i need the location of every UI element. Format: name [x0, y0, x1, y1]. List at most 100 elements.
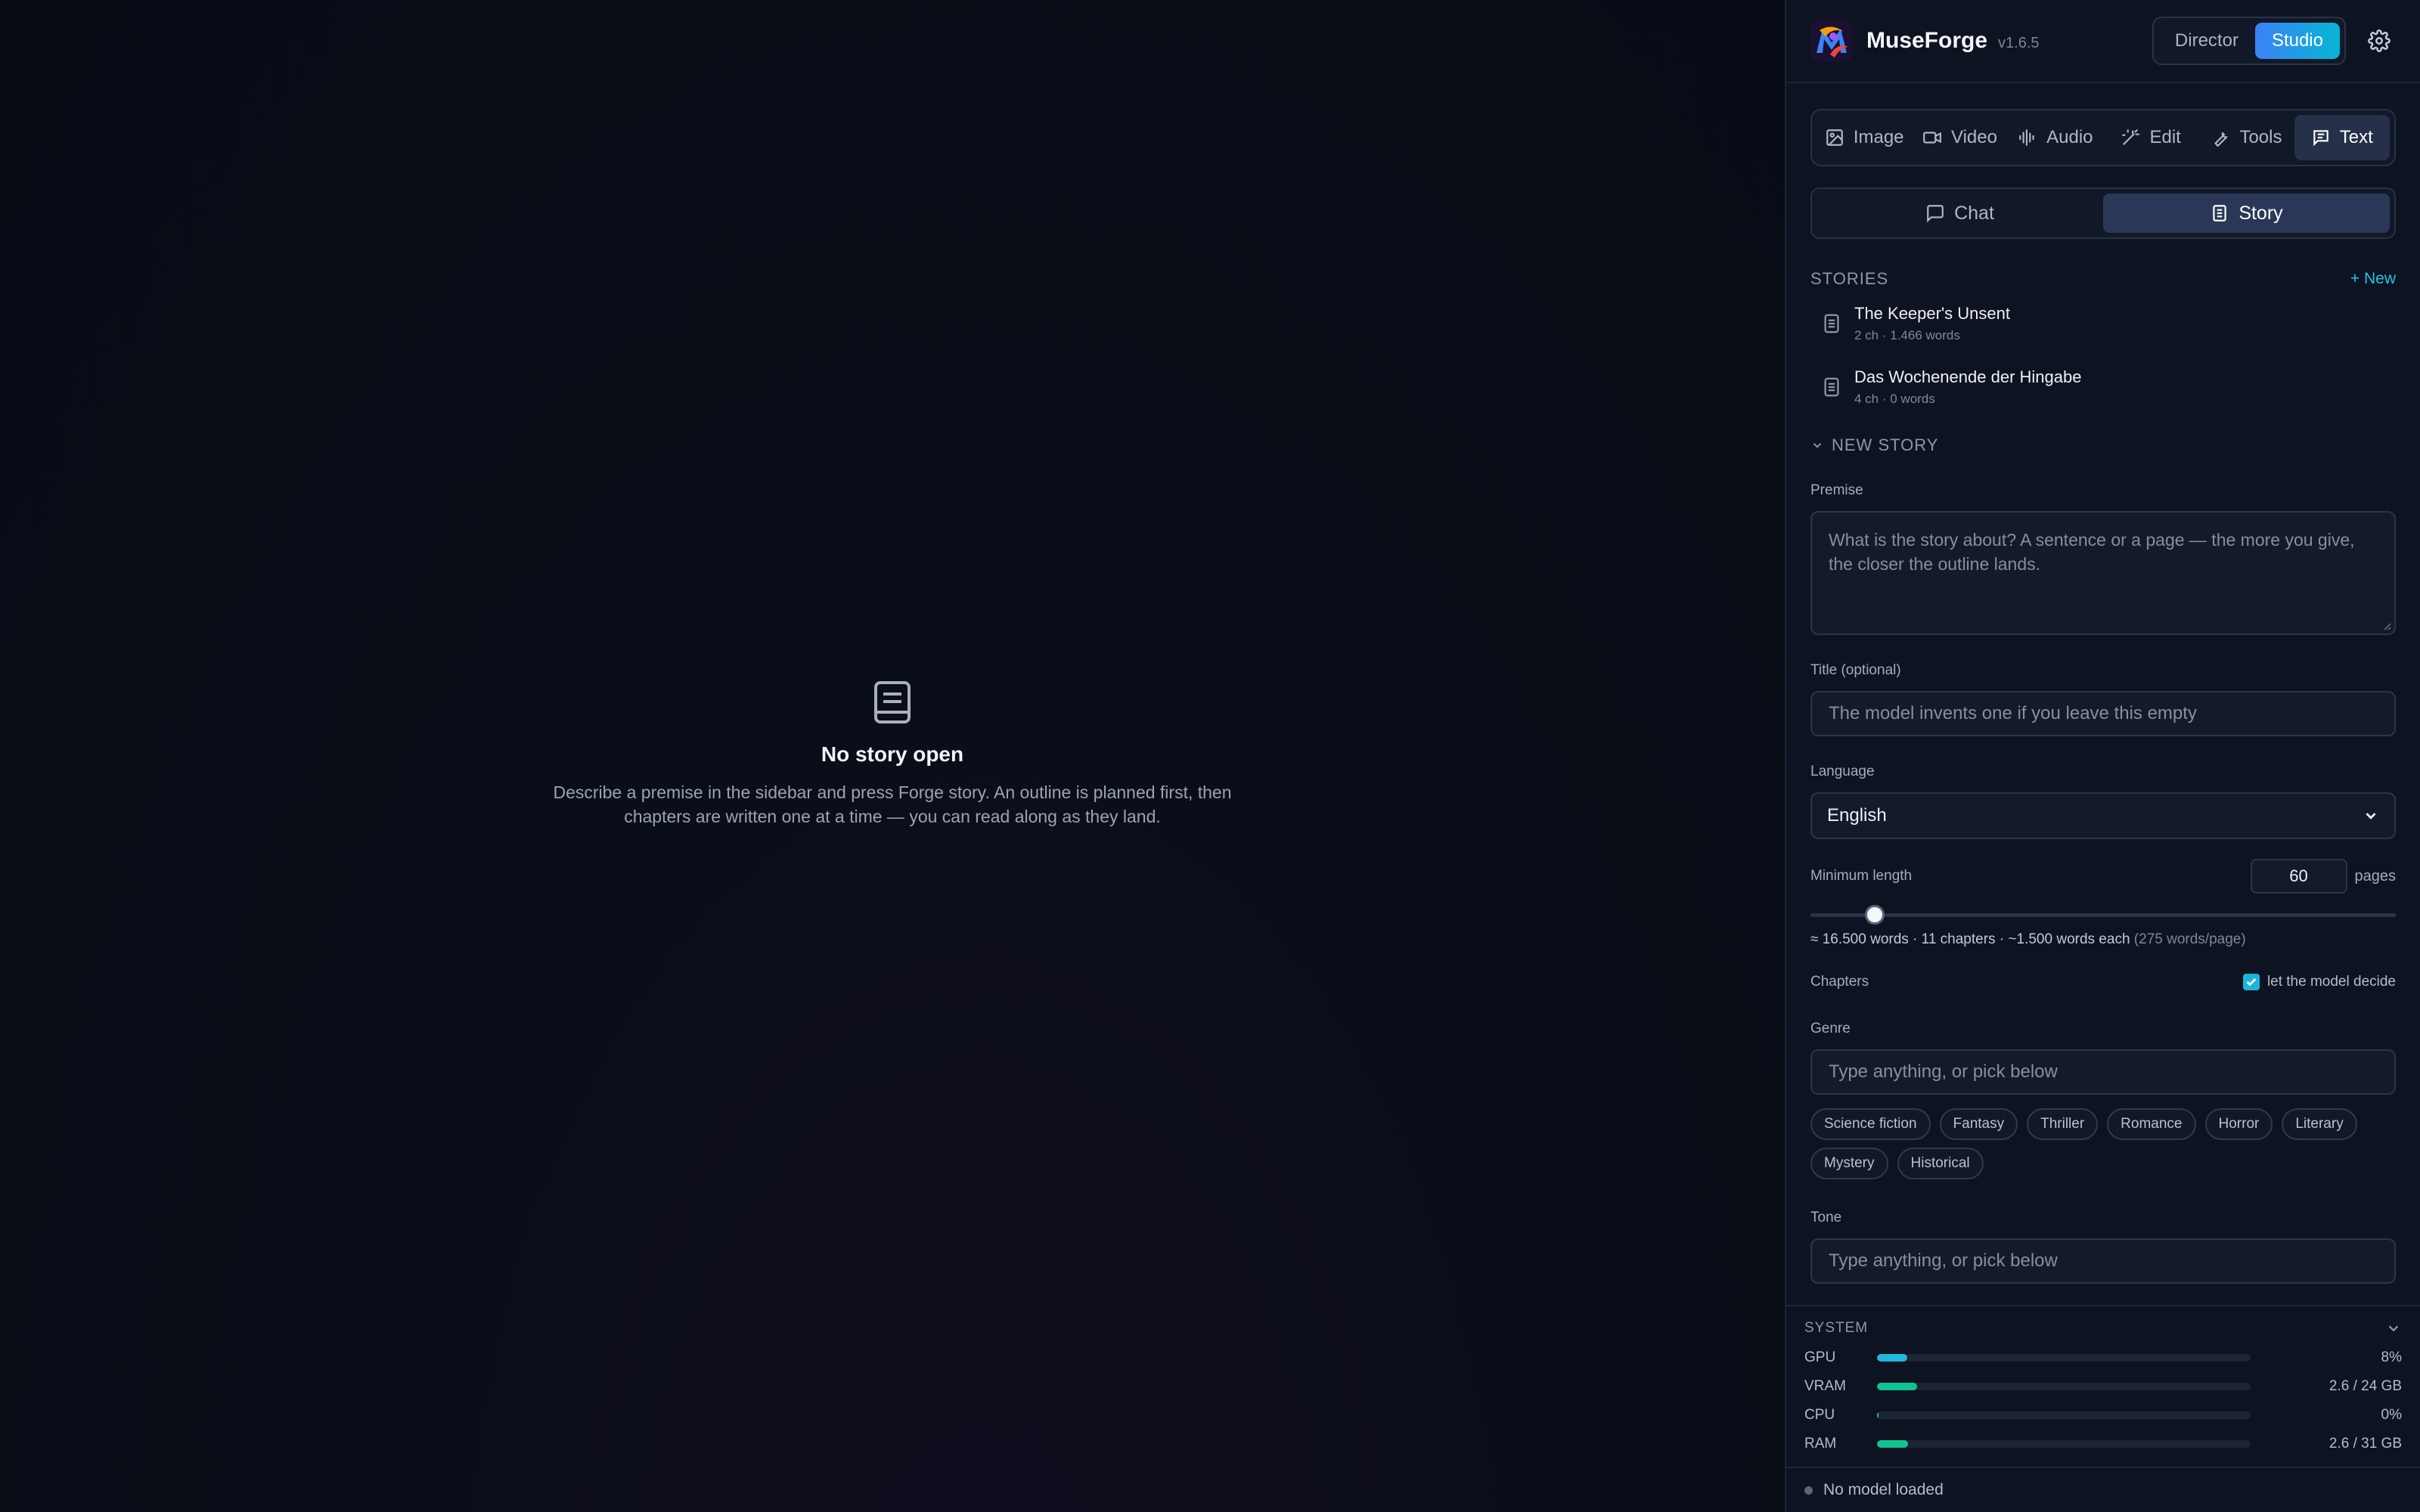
genre-chip[interactable]: Fantasy [1939, 1108, 2018, 1140]
tab-audio[interactable]: Audio [2008, 115, 2103, 160]
chevron-down-icon [1813, 443, 1822, 448]
min-length-label: Minimum length [1810, 868, 1913, 884]
tab-image-label: Image [1853, 127, 1904, 147]
tab-tools[interactable]: Tools [2198, 115, 2294, 160]
wrench-icon [2214, 132, 2228, 147]
metric-vram: VRAM 2.6 / 24 GB [1804, 1378, 2402, 1394]
genre-chip[interactable]: Thriller [2027, 1108, 2099, 1140]
settings-button[interactable] [2363, 24, 2396, 57]
sidebar-header: MuseForge v1.6.5 Director Studio [1786, 0, 2420, 83]
tab-image[interactable]: Image [1817, 115, 1912, 160]
language-value: English [1827, 805, 1887, 826]
slider-track [1810, 913, 2396, 917]
metric-label: VRAM [1804, 1378, 1846, 1394]
model-status-text: No model loaded [1823, 1481, 1944, 1498]
genre-chip[interactable]: Historical [1897, 1148, 1984, 1179]
chapters-auto-checkbox[interactable] [2242, 974, 2260, 990]
app-logo [1810, 20, 1853, 62]
mode-switch: Director Studio [2152, 17, 2346, 65]
metric-label: CPU [1804, 1407, 1835, 1423]
genre-chip[interactable]: Literary [2282, 1108, 2357, 1140]
tab-chat-label: Chat [1954, 202, 1994, 224]
new-story-link[interactable]: + New [2350, 270, 2396, 288]
chapters-row: Chapters let the model decide [1810, 974, 2396, 990]
min-length-input[interactable]: 60 [2250, 859, 2347, 894]
tab-story[interactable]: Story [2103, 194, 2390, 233]
metric-value: 0% [2381, 1407, 2402, 1423]
document-icon [1824, 377, 1839, 397]
tab-video[interactable]: Video [1912, 115, 2007, 160]
genre-input[interactable]: Type anything, or pick below [1810, 1049, 2396, 1095]
title-placeholder: The model invents one if you leave this … [1829, 703, 2197, 723]
system-panel: SYSTEM GPU 8% VRAM 2.6 / 24 GB CPU 0% RA… [1786, 1305, 2420, 1467]
mode-director-button[interactable]: Director [2158, 23, 2255, 59]
tab-text-label: Text [2339, 127, 2373, 147]
stories-section-title: STORIES [1810, 269, 1889, 288]
slider-thumb[interactable] [1865, 905, 1885, 925]
tone-placeholder: Type anything, or pick below [1829, 1250, 2058, 1271]
book-icon [874, 681, 911, 723]
story-meta: 4 ch · 0 words [1854, 392, 1935, 406]
metric-ram: RAM 2.6 / 31 GB [1804, 1436, 2402, 1452]
chat-bubble-icon [1927, 205, 1944, 223]
model-status-bar: No model loaded [1786, 1467, 2420, 1512]
magic-wand-icon [2122, 129, 2140, 145]
metric-bar [1877, 1354, 2251, 1362]
metric-bar-fill [1877, 1440, 1909, 1448]
tone-input[interactable]: Type anything, or pick below [1810, 1238, 2396, 1284]
new-story-toggle[interactable]: NEW STORY [1810, 435, 2396, 455]
video-icon [1923, 132, 1941, 144]
category-tabs: Image Video Audio Edit Tools Text [1810, 109, 2396, 166]
premise-textarea[interactable]: What is the story about? A sentence or a… [1810, 511, 2396, 635]
chapters-auto-toggle[interactable]: let the model decide [2242, 974, 2396, 990]
tab-edit[interactable]: Edit [2103, 115, 2198, 160]
genre-chip[interactable]: Mystery [1810, 1148, 1888, 1179]
metric-bar-fill [1877, 1411, 1879, 1419]
title-input[interactable]: The model invents one if you leave this … [1810, 691, 2396, 736]
metric-bar [1877, 1411, 2251, 1419]
metric-label: RAM [1804, 1436, 1837, 1452]
document-icon [2213, 205, 2226, 222]
chevron-down-icon [2366, 813, 2376, 820]
metric-bar [1877, 1440, 2251, 1448]
genre-chip[interactable]: Horror [2204, 1108, 2273, 1140]
resize-handle-icon[interactable] [2381, 620, 2391, 631]
genre-chip[interactable]: Science fiction [1810, 1108, 1931, 1140]
language-select[interactable]: English [1810, 792, 2396, 839]
tab-text[interactable]: Text [2294, 115, 2390, 160]
chevron-down-icon[interactable] [2385, 1320, 2402, 1337]
metric-cpu: CPU 0% [1804, 1407, 2402, 1423]
metric-value: 2.6 / 24 GB [2328, 1378, 2402, 1394]
genre-chips: Science fiction Fantasy Thriller Romance… [1810, 1108, 2370, 1179]
audio-wave-icon [2019, 129, 2034, 146]
length-estimate: ≈ 16.500 words · 11 chapters · ~1.500 wo… [1810, 931, 2396, 948]
document-icon [1824, 314, 1839, 333]
metric-gpu: GPU 8% [1804, 1349, 2402, 1365]
status-dot [1804, 1486, 1813, 1495]
tab-chat[interactable]: Chat [1817, 194, 2103, 233]
tab-video-label: Video [1951, 127, 1997, 147]
empty-state: No story open Describe a premise in the … [0, 680, 1785, 829]
min-length-slider[interactable] [1810, 901, 2396, 928]
gear-icon [2368, 29, 2391, 52]
metric-label: GPU [1804, 1349, 1836, 1365]
mode-studio-button[interactable]: Studio [2254, 23, 2340, 59]
sidebar-scroll-area[interactable]: Image Video Audio Edit Tools Text Chat S… [1786, 83, 2420, 1512]
tab-audio-label: Audio [2046, 127, 2093, 147]
estimate-text: ≈ 16.500 words · 11 chapters · ~1.500 wo… [1810, 931, 2130, 947]
metric-bar-fill [1877, 1354, 1907, 1362]
system-title: SYSTEM [1804, 1320, 1869, 1336]
metric-bar [1877, 1383, 2251, 1390]
story-list-item[interactable]: Das Wochenende der Hingabe 4 ch · 0 word… [1810, 358, 2396, 416]
genre-chip[interactable]: Romance [2107, 1108, 2196, 1140]
min-length-unit: pages [2354, 867, 2397, 885]
metric-value: 8% [2381, 1349, 2402, 1365]
genre-label: Genre [1810, 1021, 1851, 1036]
premise-placeholder: What is the story about? A sentence or a… [1829, 530, 2355, 574]
new-story-section-title: NEW STORY [1832, 435, 1939, 454]
story-reader-area: No story open Describe a premise in the … [0, 0, 1785, 1512]
empty-state-description: Describe a premise in the sidebar and pr… [553, 782, 1232, 826]
story-list-item[interactable]: The Keeper's Unsent 2 ch · 1.466 words [1810, 295, 2396, 352]
tone-label: Tone [1810, 1210, 1842, 1225]
language-label: Language [1810, 764, 1875, 779]
